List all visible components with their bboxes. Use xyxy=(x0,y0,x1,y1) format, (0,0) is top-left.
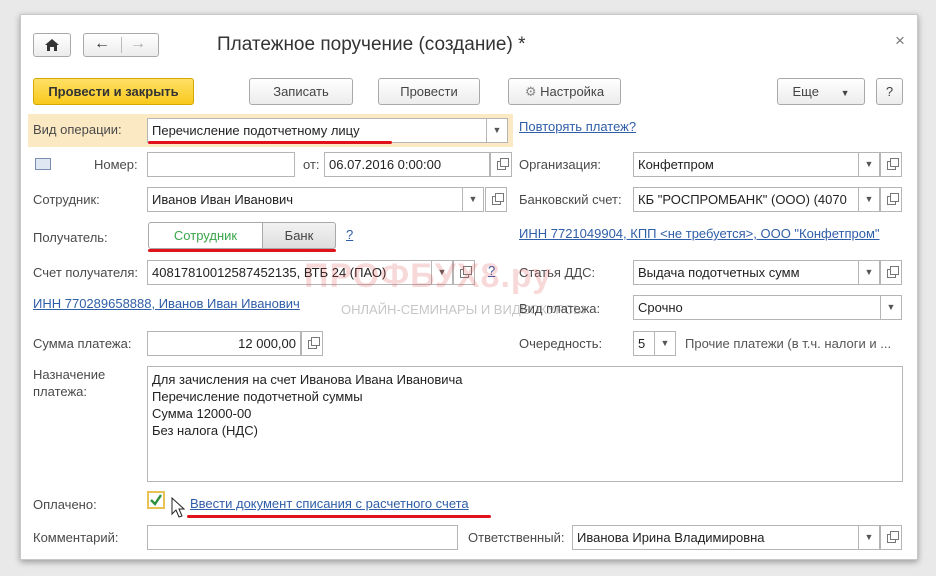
priority-dropdown[interactable]: ▼ xyxy=(654,331,676,356)
employee-dropdown[interactable]: ▼ xyxy=(462,187,484,212)
checkbox-icon[interactable] xyxy=(147,491,165,509)
more-label: Еще xyxy=(792,84,819,99)
settings-button[interactable]: ⚙ Настройка xyxy=(508,78,621,105)
payment-type-select[interactable]: Срочно xyxy=(633,295,881,320)
number-icon xyxy=(35,158,51,170)
recipient-label: Получатель: xyxy=(33,230,108,245)
amount-label: Сумма платежа: xyxy=(33,336,132,351)
date-label: от: xyxy=(303,157,320,172)
gear-icon: ⚙ xyxy=(524,84,537,99)
tab-bank[interactable]: Банк xyxy=(262,222,336,249)
dds-dropdown[interactable]: ▼ xyxy=(858,260,880,285)
organization-open-icon[interactable] xyxy=(880,152,902,177)
bank-account-label: Банковский счет: xyxy=(519,192,622,207)
save-button[interactable]: Записать xyxy=(249,78,353,105)
settings-label: Настройка xyxy=(540,84,605,99)
responsible-label: Ответственный: xyxy=(468,530,565,545)
bank-account-dropdown[interactable]: ▼ xyxy=(858,187,880,212)
comment-input[interactable] xyxy=(147,525,458,550)
priority-label: Очередность: xyxy=(519,336,603,351)
calendar-icon[interactable] xyxy=(490,152,512,177)
window-title: Платежное поручение (создание) * xyxy=(217,34,526,55)
payment-order-window: ← → Платежное поручение (создание) * × П… xyxy=(20,14,918,560)
number-label: Номер: xyxy=(94,157,138,172)
operation-label: Вид операции: xyxy=(33,122,122,137)
nav-back-forward: ← → xyxy=(83,33,159,57)
close-icon[interactable]: × xyxy=(895,31,905,51)
organization-dropdown[interactable]: ▼ xyxy=(858,152,880,177)
payment-type-dropdown[interactable]: ▼ xyxy=(880,295,902,320)
priority-select[interactable]: 5 xyxy=(633,331,655,356)
inn-organization-link[interactable]: ИНН 7721049904, КПП <не требуется>, ООО … xyxy=(519,226,880,241)
operation-dropdown[interactable]: ▼ xyxy=(486,118,508,143)
recipient-account-label: Счет получателя: xyxy=(33,265,139,280)
home-icon xyxy=(45,39,59,51)
number-input[interactable] xyxy=(147,152,295,177)
purpose-label-line2: платежа: xyxy=(33,384,87,399)
employee-label: Сотрудник: xyxy=(33,192,100,207)
post-and-close-button[interactable]: Провести и закрыть xyxy=(33,78,194,105)
dds-select[interactable]: Выдача подотчетных сумм xyxy=(633,260,859,285)
back-arrow-icon[interactable]: ← xyxy=(94,35,110,53)
operation-underline xyxy=(148,141,392,144)
bank-account-open-icon[interactable] xyxy=(880,187,902,212)
mouse-cursor-icon xyxy=(171,497,185,518)
responsible-dropdown[interactable]: ▼ xyxy=(858,525,880,550)
amount-input[interactable]: 12 000,00 xyxy=(147,331,301,356)
dds-open-icon[interactable] xyxy=(880,260,902,285)
purpose-label-line1: Назначение xyxy=(33,367,106,382)
help-button[interactable]: ? xyxy=(876,78,903,105)
paid-label: Оплачено: xyxy=(33,497,97,512)
organization-label: Организация: xyxy=(519,157,602,172)
purpose-textarea[interactable]: Для зачисления на счет Иванова Ивана Ива… xyxy=(147,366,903,482)
employee-open-icon[interactable] xyxy=(485,187,507,212)
home-button[interactable] xyxy=(33,33,71,57)
recipient-help-link[interactable]: ? xyxy=(346,227,353,242)
organization-select[interactable]: Конфетпром xyxy=(633,152,859,177)
tab-employee[interactable]: Сотрудник xyxy=(148,222,263,249)
priority-description: Прочие платежи (в т.ч. налоги и ... xyxy=(685,336,892,351)
responsible-open-icon[interactable] xyxy=(880,525,902,550)
bank-account-select[interactable]: КБ "РОСПРОМБАНК" (ООО) (4070 xyxy=(633,187,859,212)
watermark-logo: ПРОФБУХ8.ру xyxy=(304,257,553,295)
operation-select[interactable]: Перечисление подотчетному лицу xyxy=(147,118,488,143)
employee-select[interactable]: Иванов Иван Иванович xyxy=(147,187,463,212)
forward-arrow-icon[interactable]: → xyxy=(130,35,146,53)
more-button[interactable]: Еще ▼ xyxy=(777,78,865,105)
date-input[interactable]: 06.07.2016 0:00:00 xyxy=(324,152,490,177)
post-button[interactable]: Провести xyxy=(378,78,480,105)
responsible-select[interactable]: Иванова Ирина Владимировна xyxy=(572,525,859,550)
inn-person-link[interactable]: ИНН 770289658888, Иванов Иван Иванович xyxy=(33,296,300,311)
repeat-payment-link[interactable]: Повторять платеж? xyxy=(519,119,636,134)
write-off-document-link[interactable]: Ввести документ списания с расчетного сч… xyxy=(190,496,469,511)
dropdown-arrow-icon: ▼ xyxy=(840,88,850,98)
calculator-icon[interactable] xyxy=(301,331,323,356)
recipient-underline xyxy=(148,249,336,252)
comment-label: Комментарий: xyxy=(33,530,119,545)
payment-type-label: Вид платежа: xyxy=(519,301,601,316)
paid-underline xyxy=(187,515,491,518)
